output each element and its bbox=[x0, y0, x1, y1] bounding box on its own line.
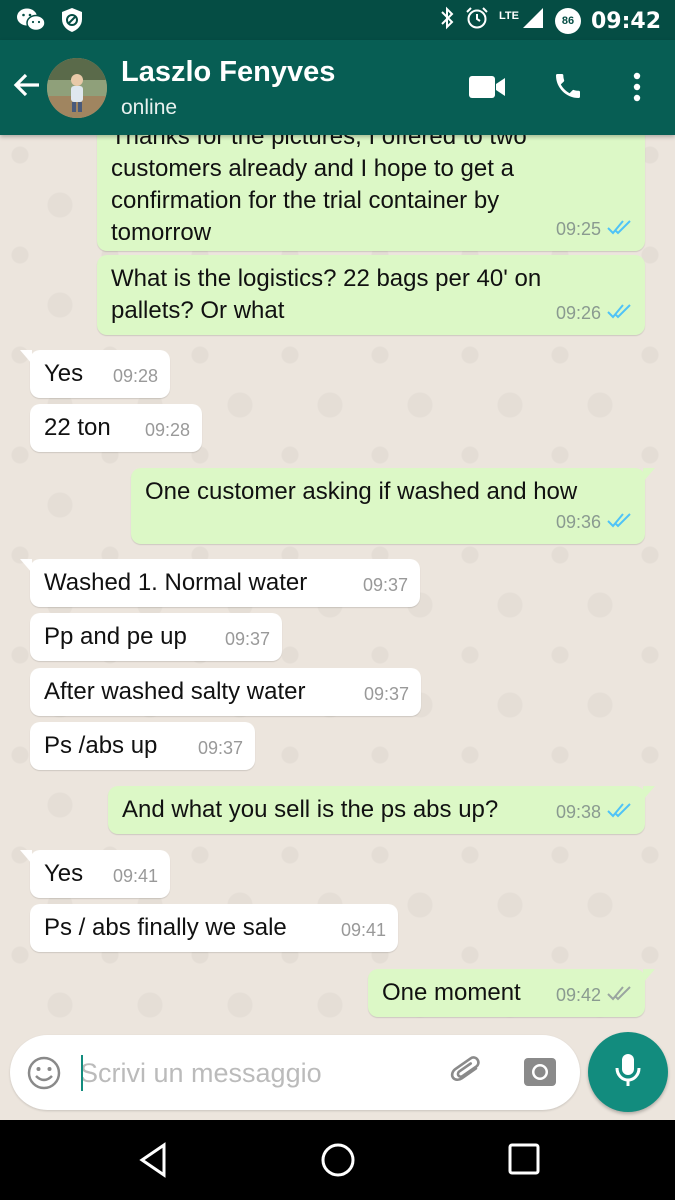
message-text: What is the logistics? 22 bags per 40' o… bbox=[111, 265, 542, 292]
network-type: LTE bbox=[499, 10, 519, 22]
message-time: 09:41 bbox=[112, 866, 158, 886]
nav-home-icon[interactable] bbox=[320, 1142, 356, 1183]
emoji-icon[interactable] bbox=[26, 1055, 62, 1096]
message-input[interactable] bbox=[80, 1053, 430, 1093]
battery-icon: 86 bbox=[554, 8, 581, 34]
avatar[interactable] bbox=[47, 58, 107, 118]
message-time: 09:37 bbox=[224, 629, 270, 649]
message-time: 09:28 bbox=[112, 366, 158, 386]
contact-status: online bbox=[121, 96, 178, 119]
contact-name[interactable]: Laszlo Fenyves bbox=[121, 56, 335, 89]
read-ticks-icon bbox=[607, 506, 633, 538]
message-time: 09:26 bbox=[555, 303, 601, 323]
message-bubble-outgoing[interactable]: And what you sell is the ps abs up? 09:3… bbox=[108, 786, 655, 834]
message-time: 09:37 bbox=[363, 684, 409, 704]
read-ticks-icon bbox=[607, 796, 633, 828]
message-text: And what you sell is the ps abs up? bbox=[122, 796, 499, 823]
vpn-shield-icon bbox=[60, 7, 84, 38]
message-time: 09:25 bbox=[555, 219, 601, 239]
nav-recents-icon[interactable] bbox=[507, 1142, 541, 1181]
clock: 09:42 bbox=[590, 8, 661, 34]
message-text: Ps / abs finally we sale bbox=[44, 914, 287, 941]
message-time: 09:28 bbox=[144, 420, 190, 440]
message-time: 09:41 bbox=[340, 920, 386, 940]
read-ticks-icon bbox=[607, 213, 633, 245]
nav-back-icon[interactable] bbox=[138, 1142, 168, 1183]
camera-icon[interactable] bbox=[522, 1054, 558, 1095]
attach-icon[interactable] bbox=[447, 1053, 487, 1098]
message-text: confirmation for the trial container by bbox=[111, 187, 500, 214]
message-list[interactable]: Thanks for the pictures, I offered to tw… bbox=[0, 135, 675, 1033]
message-text: customers already and I hope to get a bbox=[111, 155, 514, 182]
message-text: Washed 1. Normal water bbox=[44, 569, 308, 596]
message-bubble-incoming[interactable]: Ps / abs finally we sale 09:41 bbox=[30, 904, 398, 952]
message-text: Thanks for the pictures, I offered to tw… bbox=[111, 135, 527, 150]
wechat-icon bbox=[16, 7, 46, 38]
video-call-icon[interactable] bbox=[468, 74, 506, 105]
delivered-ticks-icon bbox=[607, 979, 633, 1011]
message-bubble-outgoing[interactable]: One moment 09:42 bbox=[368, 969, 655, 1017]
voice-message-button[interactable] bbox=[588, 1032, 668, 1112]
text-caret bbox=[81, 1055, 83, 1091]
message-text: One customer asking if washed and how bbox=[145, 478, 578, 505]
alarm-icon bbox=[465, 6, 489, 36]
message-composer bbox=[10, 1035, 580, 1110]
message-bubble-incoming[interactable]: Yes 09:41 bbox=[20, 850, 170, 898]
message-bubble-incoming[interactable]: Washed 1. Normal water 09:37 bbox=[20, 559, 420, 607]
system-nav-bar bbox=[0, 1120, 675, 1200]
status-bar: LTE 86 09:42 bbox=[0, 0, 675, 40]
message-bubble-outgoing[interactable]: One customer asking if washed and how 09… bbox=[131, 468, 655, 544]
more-vert-icon[interactable] bbox=[632, 72, 642, 107]
message-text: tomorrow bbox=[111, 219, 212, 246]
chat-header: Laszlo Fenyves online bbox=[0, 40, 675, 135]
message-time: 09:37 bbox=[362, 575, 408, 595]
bluetooth-icon bbox=[439, 6, 455, 36]
message-bubble-incoming[interactable]: 22 ton 09:28 bbox=[30, 404, 202, 452]
phone-icon[interactable] bbox=[552, 70, 584, 107]
message-text: After washed salty water bbox=[44, 678, 306, 705]
signal-icon bbox=[521, 6, 545, 36]
message-bubble-incoming[interactable]: Pp and pe up 09:37 bbox=[30, 613, 282, 661]
message-time: 09:38 bbox=[555, 802, 601, 822]
message-bubble-incoming[interactable]: After washed salty water 09:37 bbox=[30, 668, 421, 716]
message-bubble-outgoing[interactable]: Thanks for the pictures, I offered to tw… bbox=[97, 135, 645, 251]
message-bubble-incoming[interactable]: Ps /abs up 09:37 bbox=[30, 722, 255, 770]
mic-icon bbox=[614, 1052, 642, 1093]
message-bubble-outgoing[interactable]: What is the logistics? 22 bags per 40' o… bbox=[97, 255, 645, 335]
message-time: 09:37 bbox=[197, 738, 243, 758]
read-ticks-icon bbox=[607, 297, 633, 329]
message-text: pallets? Or what bbox=[111, 297, 285, 324]
back-arrow-icon[interactable] bbox=[12, 70, 42, 105]
message-time: 09:36 bbox=[555, 512, 601, 532]
message-bubble-incoming[interactable]: Yes 09:28 bbox=[20, 350, 170, 398]
message-time: 09:42 bbox=[555, 985, 601, 1005]
